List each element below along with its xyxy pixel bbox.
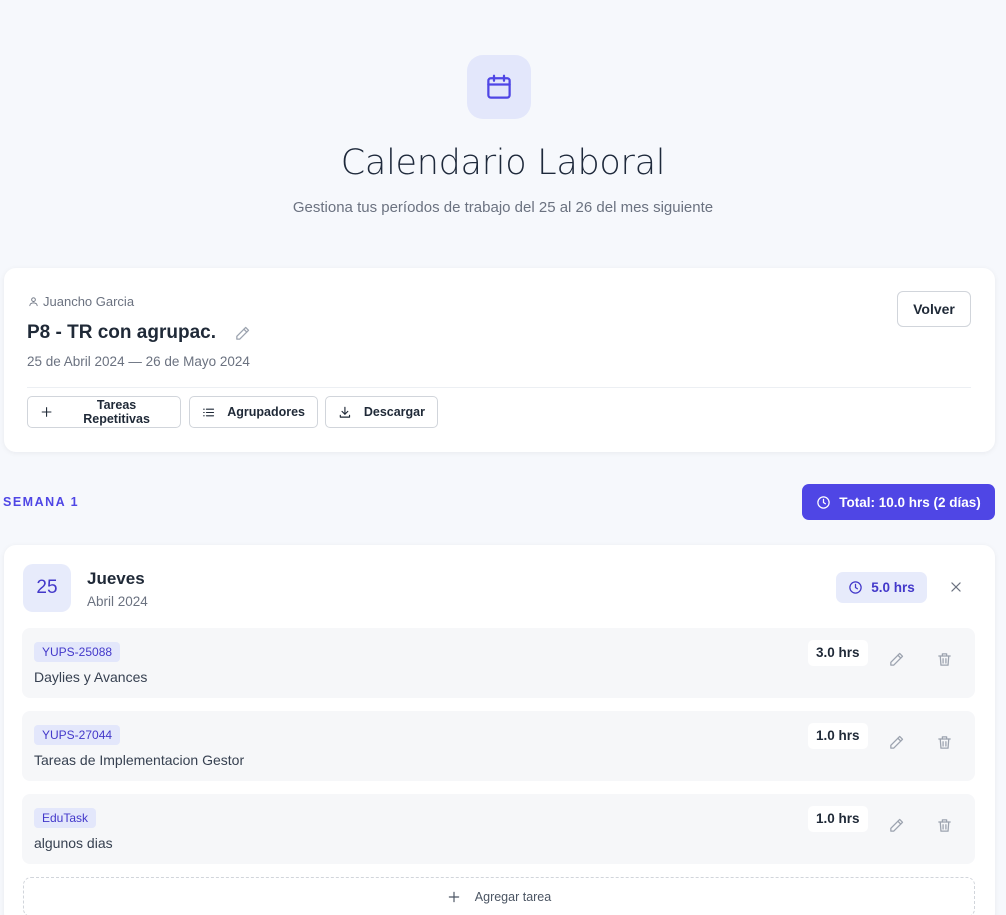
task-item: YUPS-27044 Tareas de Implementacion Gest… bbox=[22, 711, 975, 781]
repetitive-tasks-label: Tareas Repetitivas bbox=[83, 398, 150, 426]
week-total-badge: Total: 10.0 hrs (2 días) bbox=[802, 484, 995, 520]
task-item: EduTask algunos dias 1.0 hrs bbox=[22, 794, 975, 864]
trash-icon bbox=[937, 652, 951, 666]
task-hours: 1.0 hrs bbox=[808, 723, 868, 749]
repetitive-tasks-button[interactable]: Tareas Repetitivas bbox=[27, 396, 181, 428]
list-icon bbox=[203, 408, 215, 416]
page-subtitle: Gestiona tus períodos de trabajo del 25 … bbox=[292, 199, 714, 216]
trash-icon bbox=[937, 818, 951, 832]
period-title-row: P8 - TR con agrupac. bbox=[27, 322, 251, 344]
delete-task-button[interactable] bbox=[932, 730, 956, 754]
task-item: YUPS-25088 Daylies y Avances 3.0 hrs bbox=[22, 628, 975, 698]
edit-task-button[interactable] bbox=[884, 813, 908, 837]
week-total-label: Total: 10.0 hrs (2 días) bbox=[839, 494, 981, 510]
delete-task-button[interactable] bbox=[932, 647, 956, 671]
download-icon bbox=[339, 406, 351, 418]
close-day-button[interactable] bbox=[944, 575, 968, 599]
pencil-icon bbox=[889, 652, 903, 666]
period-title: P8 - TR con agrupac. bbox=[27, 322, 216, 343]
plus-icon bbox=[448, 891, 460, 903]
clock-icon bbox=[817, 495, 830, 509]
trash-icon bbox=[937, 735, 951, 749]
day-hours: 5.0 hrs bbox=[871, 580, 915, 595]
period-card: Juancho Garcia P8 - TR con agrupac. 25 d… bbox=[4, 268, 995, 452]
day-name: Jueves bbox=[87, 569, 145, 588]
plus-icon bbox=[41, 407, 52, 417]
page-header: Calendario Laboral Gestiona tus períodos… bbox=[0, 0, 1006, 260]
divider bbox=[27, 387, 971, 388]
download-label: Descargar bbox=[363, 405, 425, 419]
task-tag: YUPS-27044 bbox=[34, 725, 121, 745]
groupers-label: Agrupadores bbox=[227, 405, 305, 419]
add-task-button[interactable]: Agregar tarea bbox=[23, 877, 975, 915]
edit-task-button[interactable] bbox=[884, 647, 908, 671]
close-icon bbox=[951, 582, 961, 592]
page-title: Calendario Laboral bbox=[340, 143, 666, 183]
clock-icon bbox=[849, 581, 862, 594]
back-button[interactable]: Volver bbox=[897, 291, 971, 327]
task-hours: 1.0 hrs bbox=[808, 806, 868, 832]
edit-title-icon[interactable] bbox=[234, 325, 251, 342]
user-icon bbox=[29, 297, 38, 307]
calendar-icon bbox=[467, 55, 531, 119]
task-description: algunos dias bbox=[34, 835, 113, 851]
task-hours: 3.0 hrs bbox=[808, 640, 868, 666]
day-number: 25 bbox=[23, 564, 71, 612]
groupers-button[interactable]: Agrupadores bbox=[189, 396, 318, 428]
add-task-label: Agregar tarea bbox=[474, 890, 552, 904]
task-description: Tareas de Implementacion Gestor bbox=[34, 752, 245, 768]
day-month: Abril 2024 bbox=[87, 594, 148, 609]
period-user: Juancho Garcia bbox=[28, 294, 134, 309]
task-description: Daylies y Avances bbox=[34, 669, 148, 685]
pencil-icon bbox=[889, 818, 903, 832]
task-tag: YUPS-25088 bbox=[34, 642, 121, 662]
edit-task-button[interactable] bbox=[884, 730, 908, 754]
download-button[interactable]: Descargar bbox=[325, 396, 438, 428]
period-dates: 25 de Abril 2024 — 26 de Mayo 2024 bbox=[27, 354, 250, 369]
delete-task-button[interactable] bbox=[932, 813, 956, 837]
user-name: Juancho Garcia bbox=[43, 294, 135, 309]
week-label: SEMANA 1 bbox=[3, 495, 80, 509]
task-tag: EduTask bbox=[34, 808, 97, 828]
day-card: 25 Jueves Abril 2024 5.0 hrs YUPS-25088 … bbox=[4, 545, 995, 915]
day-hours-badge: 5.0 hrs bbox=[836, 572, 927, 603]
pencil-icon bbox=[889, 735, 903, 749]
